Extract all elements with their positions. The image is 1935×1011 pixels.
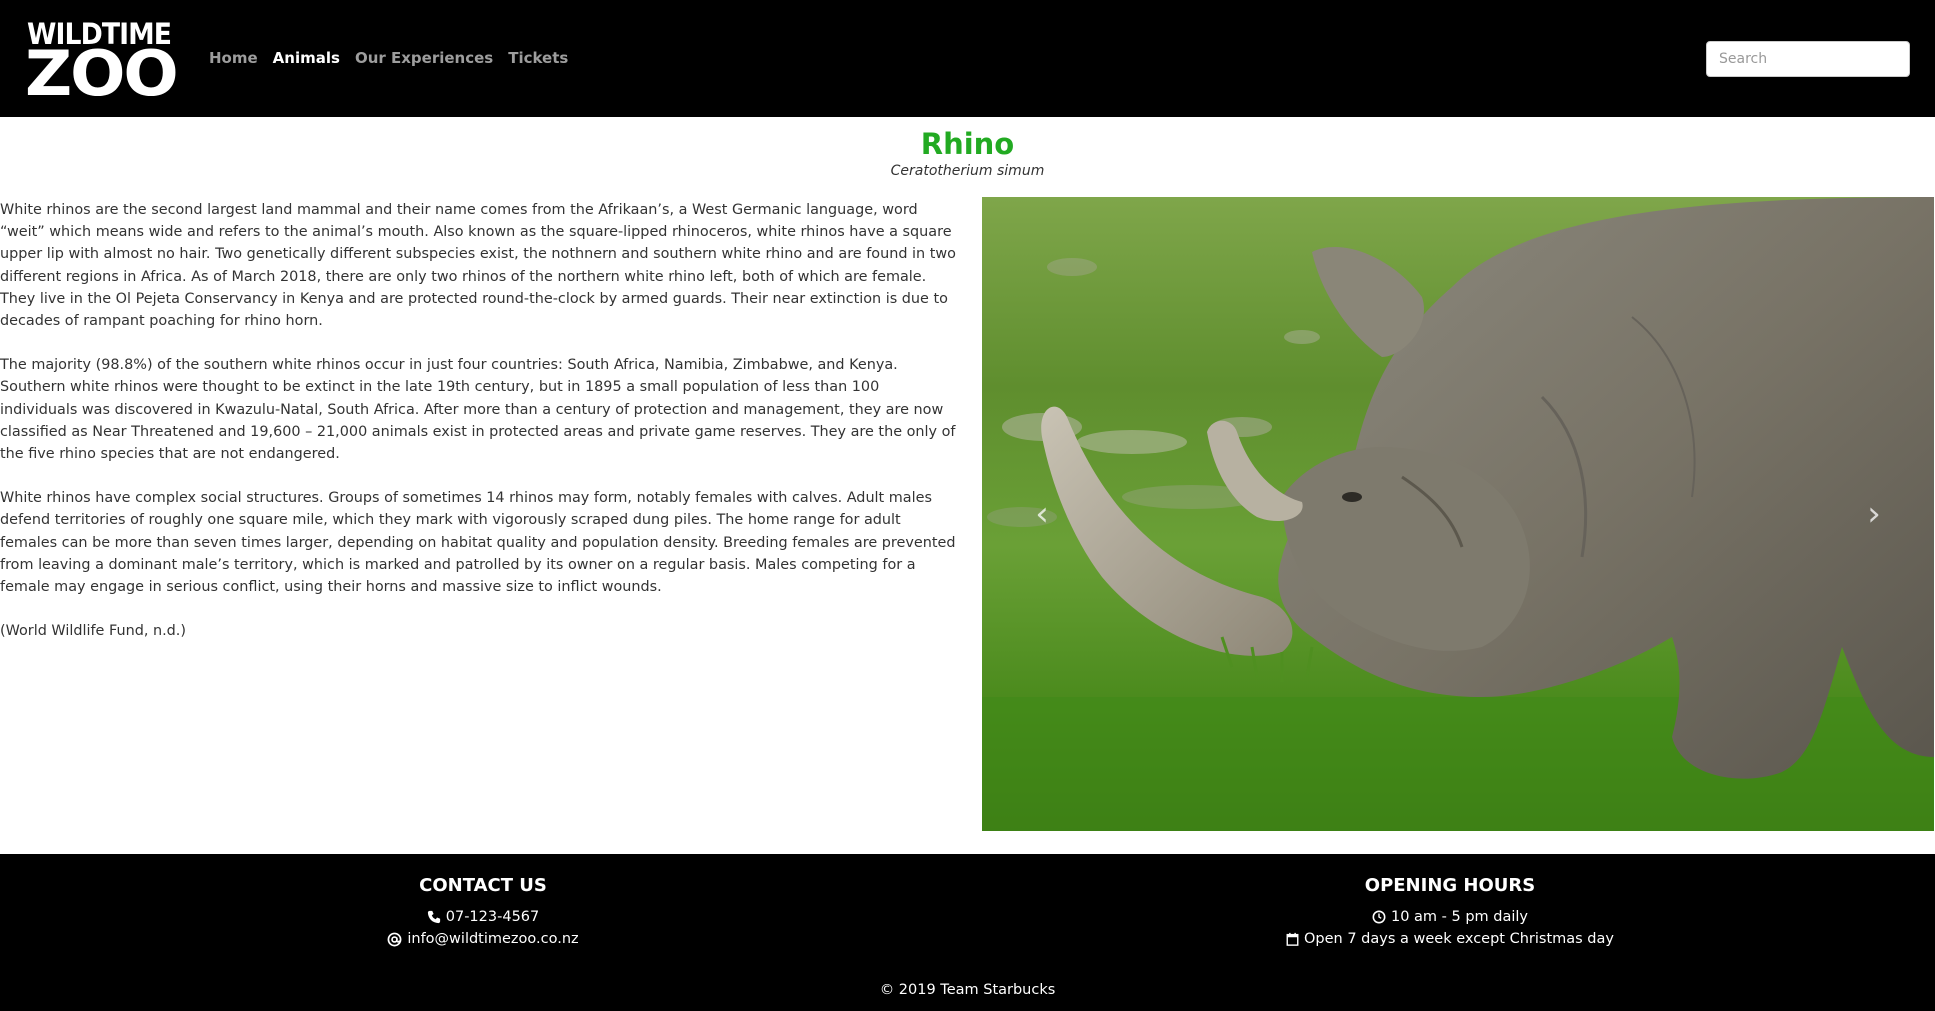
email-address[interactable]: info@wildtimezoo.co.nz (407, 928, 578, 950)
email-line: info@wildtimezoo.co.nz (333, 928, 633, 950)
phone-icon (427, 910, 440, 924)
zoo-logo[interactable]: WILDTIME ZOO (25, 18, 181, 105)
top-navbar: WILDTIME ZOO Home Animals Our Experience… (0, 0, 1935, 117)
days-line: Open 7 days a week except Christmas day (1200, 928, 1700, 950)
logo-text-bottom: ZOO (25, 37, 179, 110)
clock-icon (1372, 910, 1386, 924)
chevron-left-icon: ‹ (1035, 494, 1049, 534)
hours-text: 10 am - 5 pm daily (1390, 909, 1529, 925)
image-carousel: ‹ › (982, 197, 1934, 831)
nav-link-home[interactable]: Home (209, 49, 258, 67)
chevron-right-icon: › (1867, 494, 1881, 534)
nav-link-tickets[interactable]: Tickets (508, 49, 568, 67)
days-text: Open 7 days a week except Christmas day (1304, 931, 1614, 947)
site-footer: CONTACT US 07-123-4567 info@wildtimezoo.… (0, 854, 1935, 1011)
phone-line: 07-123-4567 (333, 906, 633, 928)
carousel-next-button[interactable]: › (1814, 197, 1934, 831)
description-paragraph: The majority (98.8%) of the southern whi… (0, 357, 956, 463)
opening-hours-heading: OPENING HOURS (1364, 875, 1536, 896)
search-input[interactable] (1706, 41, 1910, 77)
description-paragraph: White rhinos are the second largest land… (0, 202, 956, 330)
opening-hours-section: OPENING HOURS 10 am - 5 pm daily Open 7 … (1200, 874, 1700, 950)
calendar-icon (1286, 932, 1299, 946)
hours-line: 10 am - 5 pm daily (1200, 906, 1700, 928)
copyright: © 2019 Team Starbucks (879, 982, 1056, 998)
citation: (World Wildlife Fund, n.d.) (0, 623, 186, 640)
nav-link-animals[interactable]: Animals (273, 49, 340, 67)
contact-heading: CONTACT US (419, 875, 547, 896)
at-icon (387, 932, 402, 946)
rhino-photo (982, 197, 1934, 831)
page-title: Rhino (920, 127, 1015, 161)
nav-link-our-experiences[interactable]: Our Experiences (355, 49, 493, 67)
scientific-name: Ceratotherium simum (890, 163, 1045, 179)
carousel-prev-button[interactable]: ‹ (982, 197, 1102, 831)
main-nav: Home Animals Our Experiences Tickets (209, 49, 568, 67)
phone-number[interactable]: 07-123-4567 (446, 906, 540, 928)
description-paragraph: White rhinos have complex social structu… (0, 490, 956, 596)
contact-section: CONTACT US 07-123-4567 info@wildtimezoo.… (333, 874, 633, 950)
animal-description: White rhinos are the second largest land… (0, 199, 958, 664)
